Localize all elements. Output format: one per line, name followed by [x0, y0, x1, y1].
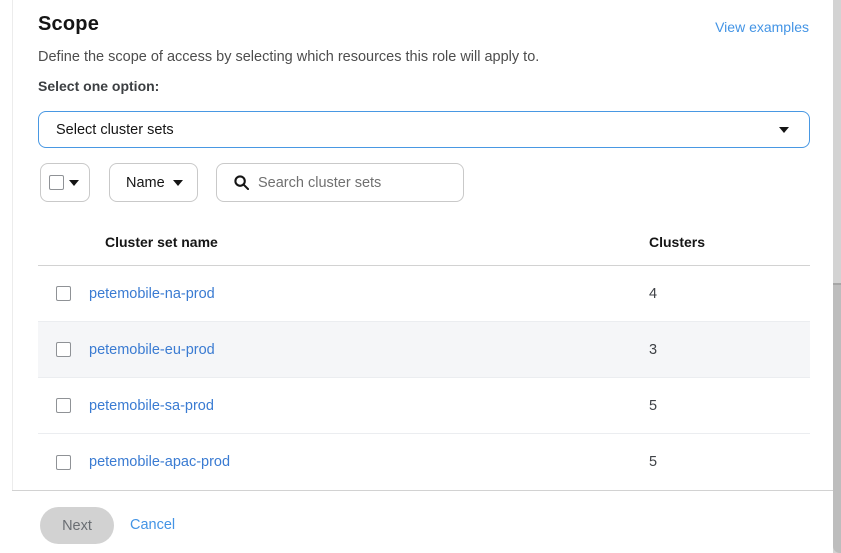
cluster-sets-select-value: Select cluster sets — [39, 122, 174, 138]
row-checkbox[interactable] — [56, 455, 71, 470]
name-filter-label: Name — [126, 175, 165, 191]
clusters-count: 5 — [649, 454, 657, 470]
view-examples-link[interactable]: View examples — [715, 19, 809, 35]
caret-down-icon — [173, 180, 183, 186]
row-checkbox[interactable] — [56, 286, 71, 301]
cluster-set-link[interactable]: petemobile-na-prod — [89, 286, 215, 302]
cluster-set-link[interactable]: petemobile-eu-prod — [89, 342, 215, 358]
wizard-content-divider — [12, 0, 13, 553]
search-icon — [234, 175, 249, 190]
column-header-cluster-set-name: Cluster set name — [105, 234, 218, 250]
caret-down-icon — [69, 180, 79, 186]
cluster-sets-select[interactable]: Select cluster sets — [38, 111, 810, 148]
table-row: petemobile-eu-prod 3 — [38, 322, 810, 378]
bulk-select-dropdown[interactable] — [40, 163, 90, 202]
scrollbar-track[interactable] — [833, 0, 841, 553]
clusters-count: 3 — [649, 342, 657, 358]
cluster-set-link[interactable]: petemobile-apac-prod — [89, 454, 230, 470]
scope-wizard-step: Scope View examples Define the scope of … — [0, 0, 841, 553]
search-field — [216, 163, 464, 202]
cancel-link[interactable]: Cancel — [130, 517, 175, 533]
name-filter-dropdown[interactable]: Name — [109, 163, 198, 202]
wizard-footer: Next Cancel — [12, 490, 833, 553]
clusters-count: 4 — [649, 286, 657, 302]
cluster-set-link[interactable]: petemobile-sa-prod — [89, 398, 214, 414]
caret-down-icon — [779, 127, 789, 133]
cluster-sets-table: Cluster set name Clusters petemobile-na-… — [38, 225, 810, 490]
table-row: petemobile-sa-prod 5 — [38, 378, 810, 434]
clusters-count: 5 — [649, 398, 657, 414]
table-row: petemobile-apac-prod 5 — [38, 434, 810, 490]
select-all-checkbox[interactable] — [49, 175, 64, 190]
table-header-row: Cluster set name Clusters — [38, 225, 810, 266]
next-button[interactable]: Next — [40, 507, 114, 544]
search-input[interactable] — [258, 175, 458, 191]
row-checkbox[interactable] — [56, 398, 71, 413]
select-one-option-label: Select one option: — [38, 78, 159, 94]
column-header-clusters: Clusters — [649, 234, 705, 250]
scrollbar-thumb[interactable] — [833, 283, 841, 553]
step-description: Define the scope of access by selecting … — [38, 49, 801, 65]
page-title: Scope — [38, 13, 99, 36]
table-row: petemobile-na-prod 4 — [38, 266, 810, 322]
row-checkbox[interactable] — [56, 342, 71, 357]
